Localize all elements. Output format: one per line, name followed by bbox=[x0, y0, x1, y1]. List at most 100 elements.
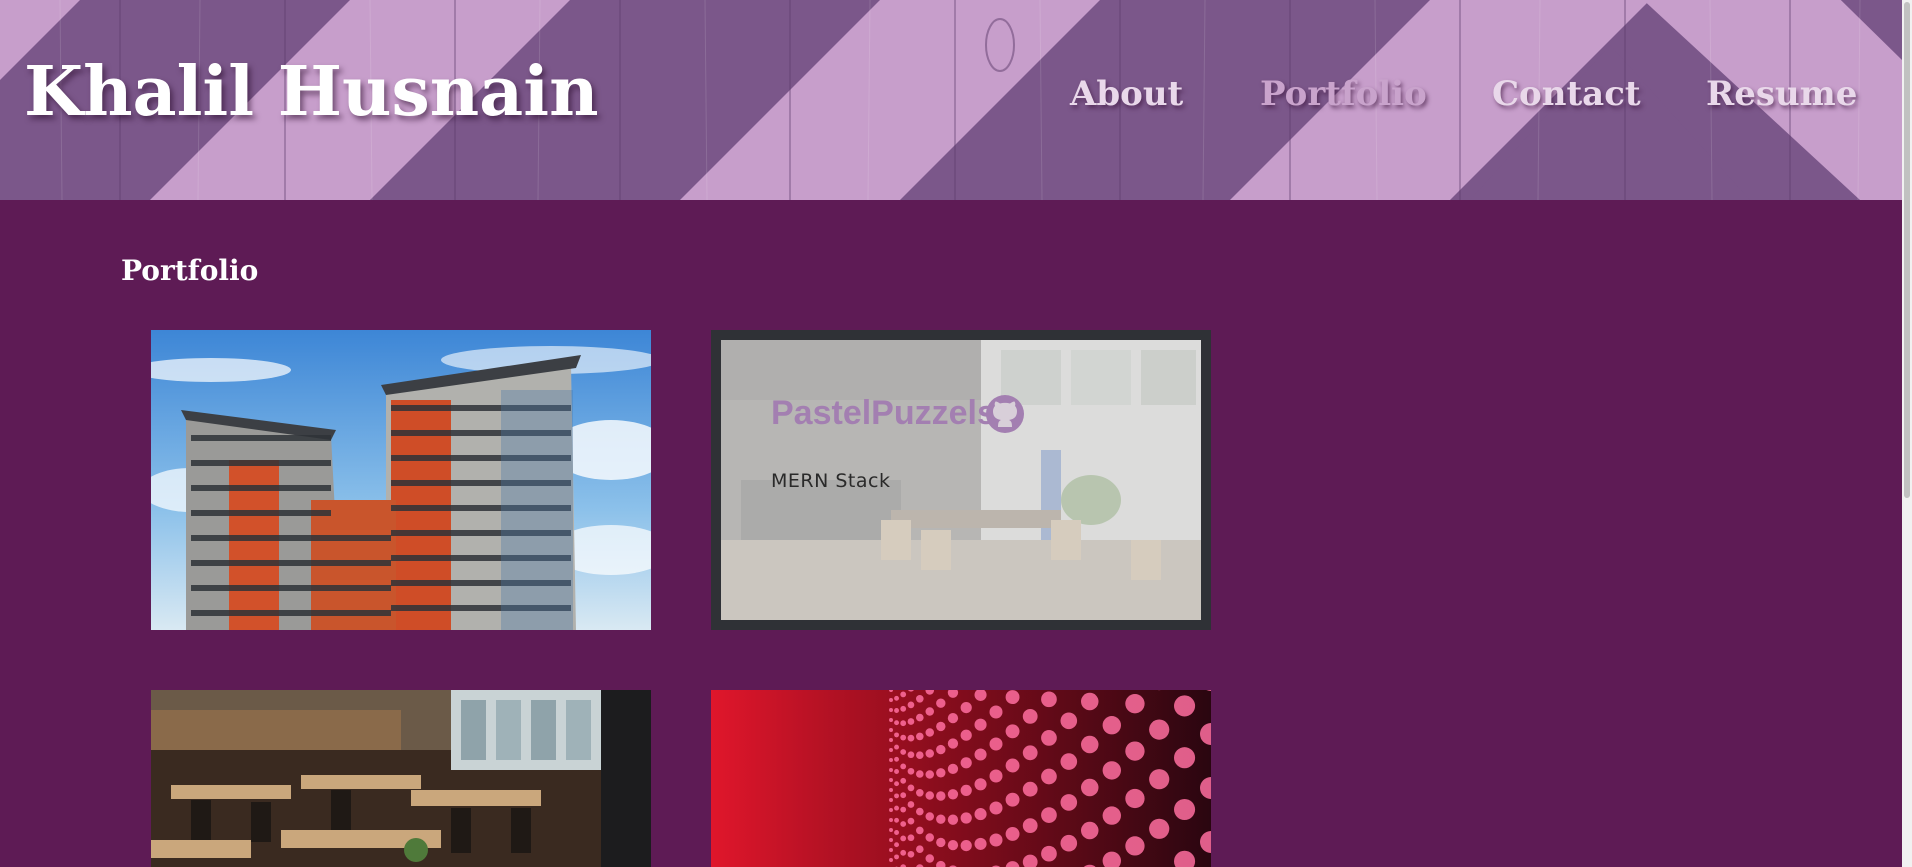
led-dot bbox=[889, 858, 893, 862]
led-dot bbox=[889, 828, 893, 832]
led-dot bbox=[1022, 818, 1038, 833]
led-dot bbox=[989, 705, 1003, 719]
led-dot bbox=[900, 720, 907, 727]
led-dot bbox=[916, 695, 924, 703]
led-dot bbox=[1041, 691, 1057, 708]
led-dot bbox=[900, 806, 907, 813]
led-dot bbox=[1022, 781, 1038, 797]
led-dot bbox=[900, 705, 907, 712]
led-dot bbox=[960, 784, 972, 796]
led-dot bbox=[907, 734, 915, 742]
led-dot bbox=[960, 840, 972, 852]
led-dot bbox=[1125, 836, 1145, 856]
led-dot bbox=[947, 814, 959, 825]
led-dot bbox=[974, 837, 987, 850]
led-dot bbox=[925, 812, 934, 821]
led-dot bbox=[974, 778, 987, 791]
led-dot bbox=[889, 838, 893, 842]
led-dot bbox=[1060, 753, 1078, 770]
project-card[interactable] bbox=[151, 690, 651, 867]
led-dot bbox=[916, 732, 924, 741]
project-card[interactable] bbox=[151, 330, 651, 630]
led-dot bbox=[889, 758, 893, 762]
led-dot bbox=[1102, 761, 1121, 780]
nav-resume[interactable]: Resume bbox=[1706, 74, 1857, 114]
led-dot bbox=[947, 712, 959, 724]
led-dot bbox=[936, 814, 946, 824]
led-dot bbox=[925, 770, 934, 779]
scrollbar-thumb[interactable] bbox=[1904, 2, 1910, 498]
led-dot bbox=[889, 738, 893, 742]
led-dot bbox=[889, 768, 893, 772]
nav-about[interactable]: About bbox=[1070, 74, 1183, 114]
led-dot bbox=[907, 817, 915, 825]
led-dot bbox=[900, 749, 907, 755]
led-dot bbox=[1060, 712, 1078, 730]
led-dot bbox=[894, 732, 899, 738]
led-dot bbox=[936, 744, 946, 755]
led-dot bbox=[936, 698, 946, 708]
led-dot bbox=[1041, 807, 1057, 823]
led-dot bbox=[894, 793, 899, 799]
led-dot bbox=[907, 784, 915, 792]
led-dot bbox=[1005, 826, 1020, 841]
led-dot bbox=[894, 769, 899, 774]
led-dot bbox=[925, 791, 934, 800]
led-dot bbox=[889, 798, 893, 802]
led-dot bbox=[894, 744, 899, 750]
github-icon[interactable] bbox=[985, 394, 1025, 434]
section-title: Portfolio bbox=[121, 254, 259, 287]
led-dot bbox=[900, 835, 907, 842]
led-dot bbox=[900, 763, 907, 770]
led-dot bbox=[916, 713, 924, 722]
led-dot bbox=[889, 778, 893, 782]
project-card-inner: PastelPuzzels MERN Stack bbox=[721, 340, 1201, 620]
project-title[interactable]: PastelPuzzels bbox=[771, 394, 996, 433]
site-header: Khalil Husnain About Portfolio Contact R… bbox=[0, 0, 1902, 200]
led-dot bbox=[936, 837, 946, 848]
led-dot bbox=[960, 702, 972, 714]
led-dot bbox=[916, 751, 924, 759]
led-dot bbox=[894, 817, 899, 823]
led-dot bbox=[1125, 741, 1145, 761]
led-dot bbox=[889, 818, 893, 822]
led-dot bbox=[1149, 719, 1170, 740]
led-dot bbox=[947, 789, 959, 800]
led-dot bbox=[960, 757, 972, 769]
led-dot bbox=[889, 728, 893, 732]
led-dot bbox=[894, 756, 899, 762]
led-dot bbox=[974, 748, 987, 761]
led-dot bbox=[947, 763, 959, 775]
led-dot bbox=[907, 751, 915, 759]
led-dot bbox=[894, 830, 899, 835]
led-dot bbox=[900, 734, 907, 741]
led-dot bbox=[894, 720, 899, 726]
page-scrollbar[interactable] bbox=[1902, 0, 1912, 867]
led-dot bbox=[1081, 735, 1099, 754]
led-dot bbox=[889, 708, 893, 712]
led-dot bbox=[1005, 724, 1020, 739]
led-dot bbox=[974, 718, 987, 731]
led-dot bbox=[1149, 769, 1170, 790]
project-card-hovered[interactable]: PastelPuzzels MERN Stack bbox=[711, 330, 1211, 630]
led-dot bbox=[925, 707, 934, 716]
project-card[interactable] bbox=[711, 690, 1211, 867]
led-dot bbox=[889, 788, 893, 792]
led-dot bbox=[916, 826, 924, 835]
project-image-restaurant bbox=[151, 690, 651, 867]
led-dot bbox=[936, 791, 946, 801]
led-dot bbox=[907, 718, 915, 725]
led-dot bbox=[989, 769, 1003, 783]
led-dot bbox=[889, 808, 893, 812]
led-dot bbox=[916, 845, 924, 853]
led-dot bbox=[960, 812, 972, 824]
led-dot bbox=[936, 768, 946, 778]
nav-contact[interactable]: Contact bbox=[1492, 74, 1641, 114]
led-dot bbox=[907, 850, 915, 858]
led-dot bbox=[1041, 730, 1057, 746]
led-dot bbox=[1041, 845, 1057, 862]
led-dot bbox=[1005, 792, 1020, 807]
led-dot bbox=[1060, 834, 1078, 852]
nav-portfolio[interactable]: Portfolio bbox=[1260, 74, 1427, 114]
led-dot bbox=[916, 807, 924, 816]
